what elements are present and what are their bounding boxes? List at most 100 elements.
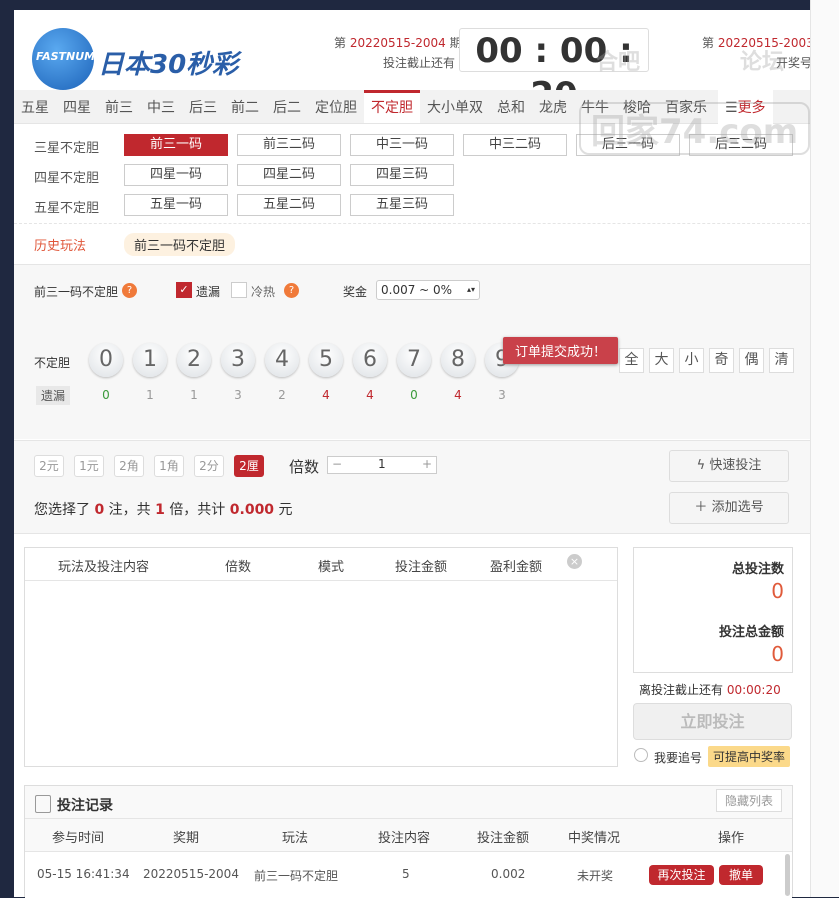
number-ball-4[interactable]: 4 (265, 343, 299, 377)
records-title: 投注记录 (57, 798, 113, 814)
multiplier-value[interactable]: 1 (378, 457, 386, 471)
miss-label: 遗漏 (196, 285, 221, 299)
play-option[interactable]: 五星二码 (237, 194, 341, 216)
help-icon[interactable]: ? (122, 283, 137, 298)
multiplier-label: 倍数 (289, 458, 320, 476)
tab-2[interactable]: 前三 (98, 90, 140, 126)
cart-header: 模式 (318, 560, 345, 575)
record-header: 参与时间 (52, 831, 105, 846)
unit-option[interactable]: 2元 (34, 455, 64, 477)
number-ball-2[interactable]: 2 (177, 343, 211, 377)
unit-option[interactable]: 2分 (194, 455, 224, 477)
chase-radio[interactable] (634, 748, 648, 762)
number-ball-7[interactable]: 7 (397, 343, 431, 377)
total-count-label: 总投注数 (731, 562, 784, 577)
play-option[interactable]: 中三二码 (463, 134, 567, 156)
tab-1[interactable]: 四星 (56, 90, 98, 126)
play-option[interactable]: 四星二码 (237, 164, 341, 186)
prize-select[interactable]: 0.007 ~ 0% ▴▾ (376, 280, 480, 300)
add-selection-button[interactable]: ＋ 添加选号 (669, 492, 789, 524)
tab-3[interactable]: 中三 (140, 90, 182, 126)
play-option[interactable]: 五星一码 (124, 194, 228, 216)
play-option[interactable]: 五星三码 (350, 194, 454, 216)
selection-summary: 您选择了 0 注，共 1 倍，共计 0.000 元 (34, 502, 293, 518)
record-header: 操作 (718, 831, 745, 846)
tab-6[interactable]: 后二 (266, 90, 308, 126)
quick-select-1[interactable]: 大 (649, 348, 674, 373)
tab-5[interactable]: 前二 (224, 90, 266, 126)
quick-select-2[interactable]: 小 (679, 348, 704, 373)
miss-count: 0 (102, 388, 110, 402)
record-header: 投注金额 (477, 831, 530, 846)
number-ball-1[interactable]: 1 (133, 343, 167, 377)
play-option[interactable]: 中三一码 (350, 134, 454, 156)
tab-9[interactable]: 大小单双 (420, 90, 490, 126)
minus-button[interactable]: − (332, 457, 342, 471)
tab-0[interactable]: 五星 (14, 90, 56, 126)
help-icon[interactable]: ? (284, 283, 299, 298)
plus-button[interactable]: + (422, 457, 432, 471)
quick-select-4[interactable]: 偶 (739, 348, 764, 373)
tab-7[interactable]: 定位胆 (308, 90, 364, 126)
record-icon (35, 795, 51, 813)
bet-cart: 玩法及投注内容 倍数 模式 投注金额 盈利金额 × (24, 547, 618, 767)
hot-label: 冷热 (251, 285, 276, 299)
miss-count: 1 (190, 388, 198, 402)
clear-cart-icon[interactable]: × (567, 554, 582, 569)
plus-icon: ＋ (694, 500, 712, 515)
play-option[interactable]: 前三二码 (237, 134, 341, 156)
hot-checkbox[interactable] (231, 282, 247, 298)
multiplier-stepper[interactable]: − 1 + (327, 456, 437, 474)
lottery-name: 日本30秒彩 (98, 50, 239, 80)
quick-select-0[interactable]: 全 (619, 348, 644, 373)
miss-count: 4 (322, 388, 330, 402)
record-issue: 20220515-2004 (143, 867, 239, 881)
record-status: 未开奖 (577, 869, 614, 883)
unit-option[interactable]: 2厘 (234, 455, 264, 477)
tab-8[interactable]: 不定胆 (364, 90, 420, 123)
number-ball-6[interactable]: 6 (353, 343, 387, 377)
miss-count: 3 (234, 388, 242, 402)
hide-list-button[interactable]: 隐藏列表 (715, 789, 782, 812)
tab-10[interactable]: 总和 (490, 90, 532, 126)
miss-count: 4 (366, 388, 374, 402)
right-column (810, 0, 839, 897)
cancel-order-button[interactable]: 撤单 (719, 865, 763, 885)
unit-option[interactable]: 2角 (114, 455, 144, 477)
miss-checkbox[interactable]: ✓ (176, 282, 192, 298)
number-ball-8[interactable]: 8 (441, 343, 475, 377)
rebet-button[interactable]: 再次投注 (649, 865, 714, 885)
cart-header: 玩法及投注内容 (58, 560, 150, 575)
history-item[interactable]: 前三一码不定胆 (124, 233, 236, 256)
place-bet-button[interactable]: 立即投注 (633, 703, 792, 740)
tab-11[interactable]: 龙虎 (532, 90, 574, 126)
quick-select-3[interactable]: 奇 (709, 348, 734, 373)
play-option[interactable]: 四星一码 (124, 164, 228, 186)
unit-option[interactable]: 1元 (74, 455, 104, 477)
miss-count: 4 (454, 388, 462, 402)
boost-badge: 可提高中奖率 (708, 746, 791, 767)
unit-option[interactable]: 1角 (154, 455, 184, 477)
total-count: 0 (771, 579, 784, 603)
number-ball-3[interactable]: 3 (221, 343, 255, 377)
play-name: 前三一码不定胆 (34, 285, 119, 299)
watermark: 论坛 (740, 50, 785, 75)
quick-bet-button[interactable]: ϟ 快速投注 (669, 450, 789, 482)
play-row-label: 四星不定胆 (34, 171, 100, 186)
watermark: 合吧 (596, 50, 641, 75)
miss-count: 2 (278, 388, 286, 402)
total-amount-label: 投注总金额 (718, 625, 784, 640)
number-ball-0[interactable]: 0 (89, 343, 123, 377)
record-header: 中奖情况 (568, 831, 621, 846)
history-label: 历史玩法 (34, 239, 87, 254)
play-option[interactable]: 前三一码 (124, 134, 228, 156)
miss-count: 0 (410, 388, 418, 402)
number-ball-5[interactable]: 5 (309, 343, 343, 377)
play-option[interactable]: 四星三码 (350, 164, 454, 186)
scrollbar[interactable] (785, 854, 790, 896)
record-header: 奖期 (173, 831, 200, 846)
quick-select-5[interactable]: 清 (769, 348, 794, 373)
tab-4[interactable]: 后三 (182, 90, 224, 126)
deadline-row: 离投注截止还有 00:00:20 (639, 683, 781, 697)
main-panel: FASTNUM5 日本30秒彩 第 20220515-2004 期 投注截止还有… (14, 10, 839, 898)
